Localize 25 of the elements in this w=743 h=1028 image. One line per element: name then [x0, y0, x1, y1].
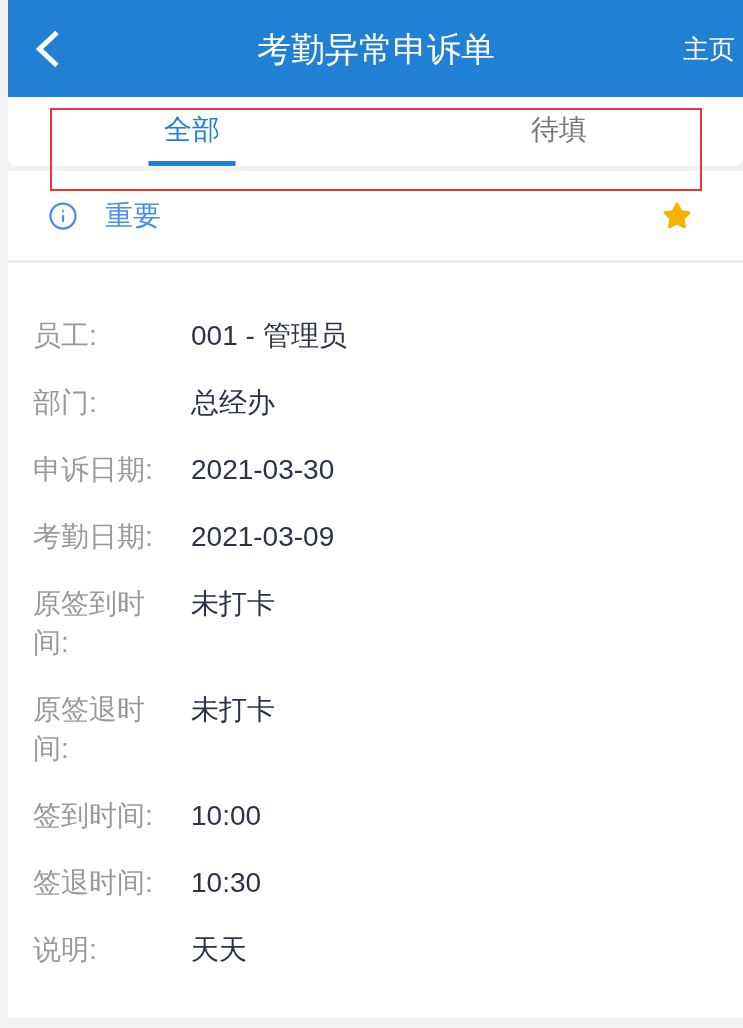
field-value: 天天 [191, 933, 247, 967]
page-title: 考勤异常申诉单 [256, 28, 495, 70]
field-value: 未打卡 [191, 693, 275, 727]
field-label: 考勤日期: [33, 520, 154, 554]
chevron-left-icon [36, 29, 60, 68]
field-value: 2021-03-09 [191, 520, 335, 554]
field-label: 签到时间: [33, 799, 154, 833]
field-label: 申诉日期: [33, 453, 154, 487]
tab[interactable]: 待填 [375, 97, 743, 166]
tab[interactable]: 全部 [8, 97, 376, 166]
field-value: 001 - 管理员 [191, 319, 347, 353]
field-label: 签退时间: [33, 866, 154, 900]
field-label: 说明: [33, 933, 98, 967]
field-value: 10:00 [191, 799, 262, 833]
field-label: 员工: [33, 319, 98, 353]
info-icon [48, 200, 78, 231]
field-value: 10:30 [191, 866, 262, 900]
field-label: 原签到时间: [33, 587, 146, 660]
field-label: 原签退时间: [33, 693, 146, 766]
field-label: 部门: [33, 386, 98, 420]
notice-label: 重要 [105, 198, 161, 233]
field-value: 2021-03-30 [191, 453, 335, 487]
field-value: 未打卡 [191, 587, 275, 621]
home-link[interactable]: 主页 [683, 30, 735, 67]
field-value: 总经办 [191, 386, 275, 420]
